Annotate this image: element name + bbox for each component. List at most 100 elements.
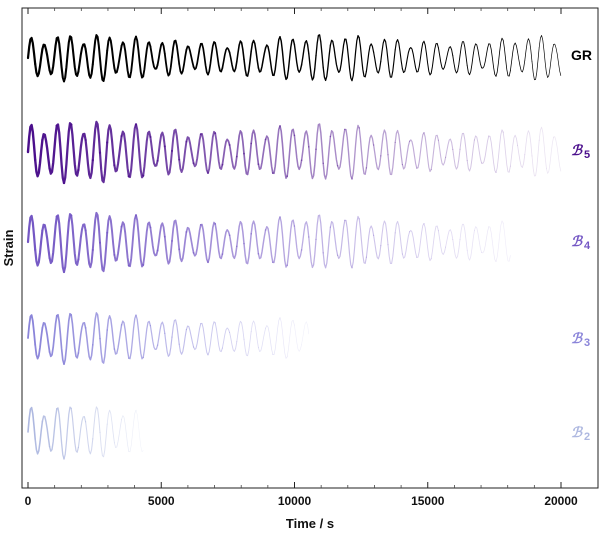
series-segment	[192, 223, 202, 257]
series-segment	[70, 123, 80, 177]
series-segment	[538, 126, 547, 169]
series-segment	[41, 43, 51, 72]
series-segment	[26, 36, 37, 66]
series-segment	[308, 53, 317, 81]
series-segment	[62, 213, 73, 274]
axis-layer: 0 5000 10000 15000 20000	[25, 8, 578, 508]
series-segment	[77, 43, 87, 73]
series-segment	[524, 38, 533, 62]
series-segment	[135, 409, 144, 453]
series-segment	[322, 44, 332, 82]
series-segment	[365, 43, 375, 73]
series-segment	[128, 314, 137, 360]
x-axis-title: Time / s	[286, 516, 334, 531]
series-segment	[48, 215, 58, 265]
x-tick-label: 5000	[148, 494, 175, 508]
series-segment	[301, 321, 310, 345]
series-segment	[235, 130, 245, 158]
series-segment	[380, 220, 389, 247]
series-segment	[77, 416, 87, 448]
series-segment	[34, 326, 44, 360]
series-segment	[351, 34, 360, 82]
series-segment	[553, 43, 562, 76]
series-segment	[26, 123, 37, 162]
series-segment	[546, 44, 554, 78]
series-segment	[99, 49, 109, 82]
series-segment	[401, 48, 411, 74]
series-segment	[120, 130, 130, 178]
series-segment	[27, 406, 36, 441]
series-segment	[258, 327, 266, 352]
series-segment	[113, 135, 123, 173]
series-segment	[445, 229, 454, 248]
series-segment	[120, 221, 130, 267]
series-segment	[199, 42, 209, 76]
series-b5	[26, 120, 562, 185]
series-segment	[351, 124, 360, 180]
series-segment	[459, 132, 468, 162]
series-layer	[26, 34, 562, 460]
series-segment	[466, 230, 475, 261]
series-segment	[286, 38, 296, 79]
series-segment	[531, 139, 540, 177]
series-segment	[495, 129, 504, 173]
series-segment	[127, 123, 138, 179]
strain-chart-svg: GRℬ 5ℬ 4ℬ 3ℬ 2 0 5000 10000 15000 20000 Time / s…	[1, 7, 599, 531]
x-tick-label: 20000	[544, 494, 578, 508]
series-segment	[185, 325, 195, 348]
series-label-subscript: 4	[584, 240, 591, 252]
series-segment	[430, 225, 439, 260]
series-segment	[257, 229, 267, 260]
series-segment	[452, 148, 461, 170]
series-segment	[149, 135, 159, 167]
series-segment	[531, 46, 540, 81]
series-segment	[63, 406, 72, 460]
series-segment	[380, 38, 389, 62]
series-segment	[308, 146, 317, 180]
series-segment	[163, 52, 173, 77]
series-segment	[127, 35, 137, 79]
series-segment	[178, 231, 188, 263]
series-segment	[264, 225, 274, 263]
series-segment	[41, 223, 51, 260]
series-segment	[294, 324, 302, 352]
series-segment	[351, 215, 360, 269]
series-label-name: ℬ	[571, 424, 584, 440]
series-segment	[250, 220, 260, 255]
series-segment	[279, 36, 288, 81]
series-segment	[466, 46, 475, 76]
series-segment	[264, 44, 274, 76]
series-segment	[106, 315, 116, 350]
series-segment	[77, 132, 87, 172]
series-segment	[142, 130, 152, 177]
series-segment	[48, 37, 58, 76]
series-segment	[481, 226, 490, 254]
series-segment	[171, 219, 181, 251]
series-segment	[517, 144, 526, 168]
series-segment	[199, 223, 209, 264]
series-segment	[34, 229, 44, 267]
series-segment	[113, 225, 123, 262]
series-segment	[214, 223, 224, 260]
series-segment	[437, 139, 447, 166]
chart: GR ℬ 5 ℬ 4 ℬ 3 ℬ 2 0 5000 10000 15000 20000 Time / s…	[0, 0, 600, 533]
series-segment	[55, 123, 66, 185]
series-segment	[524, 130, 533, 157]
series-segment	[207, 221, 217, 264]
series-b4	[26, 211, 511, 274]
series-segment	[358, 127, 368, 175]
series-segment	[163, 235, 173, 265]
series-segment	[394, 220, 403, 255]
series-segment	[279, 317, 288, 359]
series-segment	[394, 129, 404, 166]
series-segment	[77, 321, 87, 354]
series-segment	[62, 122, 73, 185]
series-segment	[55, 313, 65, 365]
series-segment	[344, 219, 353, 269]
x-tick-label: 10000	[278, 494, 312, 508]
series-segment	[272, 317, 281, 356]
series-segment	[229, 331, 238, 352]
series-segment	[178, 48, 188, 75]
series-b2	[27, 406, 144, 460]
series-segment	[358, 218, 367, 264]
